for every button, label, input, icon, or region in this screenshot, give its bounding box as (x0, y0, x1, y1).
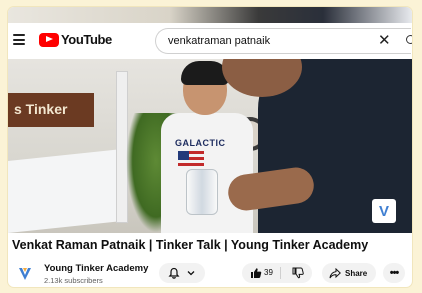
youtube-app-window: YouTube venkatraman patnaik ✕ s Tinker G… (8, 7, 412, 287)
channel-avatar[interactable] (14, 263, 36, 285)
share-label: Share (345, 268, 368, 278)
subscriber-count: 2.13k subscribers (44, 276, 103, 285)
video-title: Venkat Raman Patnaik | Tinker Talk | You… (12, 238, 369, 252)
hamburger-menu-icon[interactable] (13, 34, 25, 45)
search-input[interactable]: venkatraman patnaik ✕ (155, 28, 411, 54)
channel-logo-icon (19, 268, 31, 280)
video-bottle (186, 169, 218, 215)
video-wall-sign: s Tinker (8, 93, 94, 127)
clear-search-icon[interactable]: ✕ (378, 33, 391, 49)
more-actions-button[interactable]: ••• (383, 263, 405, 283)
like-dislike-group: 39 (242, 263, 312, 283)
channel-watermark[interactable]: V (372, 199, 396, 223)
more-horizontal-icon: ••• (389, 267, 400, 279)
notification-button[interactable] (159, 263, 205, 283)
search-icon[interactable] (406, 35, 412, 44)
youtube-logo[interactable]: YouTube (39, 32, 112, 47)
share-icon (329, 267, 341, 278)
video-meta-row: Young Tinker Academy 2.13k subscribers 3… (8, 257, 412, 287)
share-button[interactable]: Share (322, 263, 376, 283)
bell-icon (168, 267, 180, 279)
youtube-logo-text: YouTube (61, 32, 112, 47)
video-player[interactable]: s Tinker GALACTIC V (8, 59, 412, 233)
like-count: 39 (264, 268, 273, 277)
channel-watermark-logo-icon: V (378, 202, 389, 220)
video-table (8, 148, 126, 233)
youtube-play-icon (39, 32, 59, 47)
shirt-print-text: GALACTIC (175, 138, 226, 148)
dislike-icon[interactable] (292, 267, 304, 279)
video-top-strip (8, 7, 412, 23)
shirt-flag (178, 151, 204, 169)
top-app-bar: YouTube venkatraman patnaik ✕ (8, 23, 412, 59)
channel-name[interactable]: Young Tinker Academy (44, 263, 148, 274)
search-query-text: venkatraman patnaik (168, 35, 271, 47)
chevron-down-icon (187, 271, 195, 276)
like-divider (280, 267, 281, 279)
like-icon[interactable] (250, 267, 262, 279)
